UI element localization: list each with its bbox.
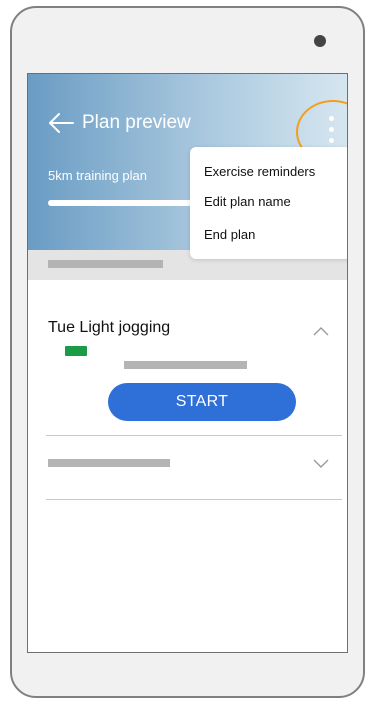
app-screen: Plan preview 5km training plan Exercise … xyxy=(27,73,348,653)
back-arrow-icon[interactable] xyxy=(48,112,74,134)
overflow-menu: Exercise reminders Edit plan name End pl… xyxy=(190,147,347,259)
menu-item-edit-plan-name[interactable]: Edit plan name xyxy=(204,194,291,209)
divider xyxy=(46,499,342,500)
menu-item-exercise-reminders[interactable]: Exercise reminders xyxy=(204,164,315,179)
divider xyxy=(46,435,342,436)
more-dot-icon xyxy=(329,116,334,121)
status-tag xyxy=(65,346,87,356)
workout-title: Tue Light jogging xyxy=(48,319,171,336)
more-dot-icon xyxy=(329,127,334,132)
menu-item-end-plan[interactable]: End plan xyxy=(204,227,255,242)
plan-progress-bar xyxy=(48,200,198,206)
camera-dot xyxy=(314,35,326,47)
plan-name: 5km training plan xyxy=(48,168,147,183)
start-button[interactable]: START xyxy=(108,383,296,421)
placeholder-text xyxy=(48,260,163,268)
more-dot-icon xyxy=(329,138,334,143)
chevron-down-icon[interactable] xyxy=(313,459,329,469)
plan-progress-fill xyxy=(48,200,198,206)
phone-frame: Plan preview 5km training plan Exercise … xyxy=(10,6,365,698)
page-title: Plan preview xyxy=(82,112,191,133)
placeholder-text xyxy=(48,459,170,467)
chevron-up-icon[interactable] xyxy=(313,326,329,336)
more-options-icon[interactable] xyxy=(321,110,343,148)
placeholder-text xyxy=(124,361,247,369)
